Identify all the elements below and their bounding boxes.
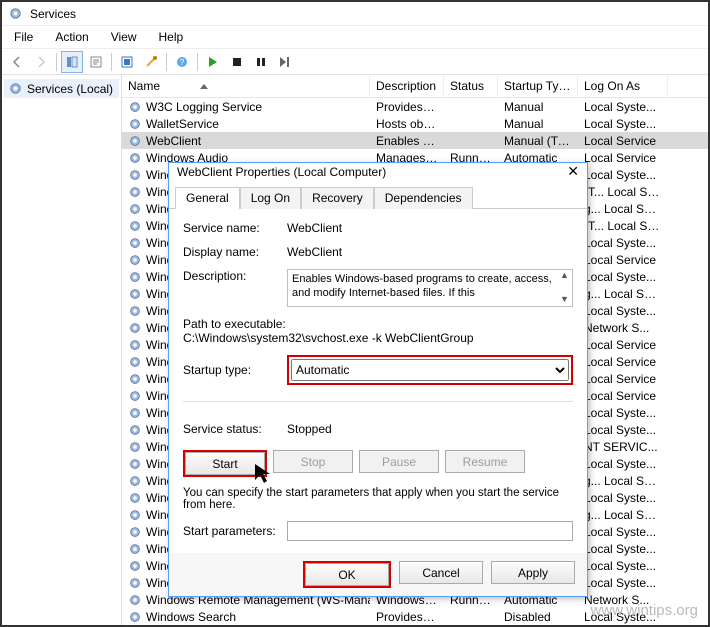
tab-general[interactable]: General — [175, 187, 240, 209]
tab-recovery[interactable]: Recovery — [301, 187, 374, 209]
tab-logon[interactable]: Log On — [240, 187, 301, 209]
show-hide-icon[interactable] — [61, 51, 83, 73]
service-icon — [128, 151, 142, 165]
list-header: Name Description Status Startup Type Log… — [122, 75, 708, 98]
table-row[interactable]: WalletServiceHosts objec...ManualLocal S… — [122, 115, 708, 132]
service-icon — [128, 100, 142, 114]
sidebar-root[interactable]: Services (Local) — [4, 79, 119, 98]
pause-button: Pause — [359, 450, 439, 473]
service-icon — [128, 610, 142, 624]
start-params-input[interactable] — [287, 521, 573, 541]
lbl-startup-type: Startup type: — [183, 363, 279, 377]
stop-button: Stop — [273, 450, 353, 473]
refresh-icon[interactable] — [116, 51, 138, 73]
description-box: Enables Windows-based programs to create… — [287, 269, 573, 307]
val-display-name: WebClient — [287, 245, 342, 259]
play-icon[interactable] — [202, 51, 224, 73]
service-icon — [128, 508, 142, 522]
col-desc[interactable]: Description — [370, 75, 444, 97]
service-icon — [128, 559, 142, 573]
note-text: You can specify the start parameters tha… — [183, 487, 573, 511]
table-row[interactable]: WebClientEnables Win...Manual (Trig...Lo… — [122, 132, 708, 149]
ok-button[interactable]: OK — [305, 563, 389, 586]
service-icon — [128, 406, 142, 420]
service-icon — [128, 525, 142, 539]
service-icon — [128, 440, 142, 454]
properties-dialog: WebClient Properties (Local Computer) ✕ … — [168, 162, 588, 597]
description-scrollbar[interactable]: ▲▼ — [557, 270, 572, 306]
service-icon — [128, 253, 142, 267]
window-title: Services — [30, 7, 76, 21]
menu-view[interactable]: View — [107, 28, 141, 46]
service-icon — [128, 474, 142, 488]
service-icon — [128, 542, 142, 556]
forward-icon[interactable] — [30, 51, 52, 73]
service-icon — [128, 423, 142, 437]
col-logon[interactable]: Log On As — [578, 75, 668, 97]
val-service-status: Stopped — [287, 422, 332, 436]
close-icon[interactable]: ✕ — [567, 163, 579, 180]
resume-button: Resume — [445, 450, 525, 473]
apply-button[interactable]: Apply — [491, 561, 575, 584]
startup-type-select[interactable]: Automatic — [291, 359, 569, 381]
service-icon — [128, 457, 142, 471]
service-icon — [128, 372, 142, 386]
service-icon — [128, 576, 142, 590]
service-icon — [128, 219, 142, 233]
service-icon — [128, 389, 142, 403]
service-icon — [128, 491, 142, 505]
lbl-display-name: Display name: — [183, 245, 279, 259]
table-row[interactable]: W3C Logging ServiceProvides W...ManualLo… — [122, 98, 708, 115]
cancel-button[interactable]: Cancel — [399, 561, 483, 584]
properties-icon[interactable] — [140, 51, 162, 73]
menu-action[interactable]: Action — [51, 28, 92, 46]
menubar: File Action View Help — [2, 26, 708, 49]
sidebar-root-label: Services (Local) — [27, 82, 113, 96]
service-icon — [128, 338, 142, 352]
val-description: Enables Windows-based programs to create… — [292, 273, 552, 299]
pause-icon[interactable] — [250, 51, 272, 73]
menu-file[interactable]: File — [10, 28, 37, 46]
arrow-cursor-icon — [253, 462, 279, 484]
lbl-path: Path to executable: — [183, 317, 573, 331]
service-icon — [128, 287, 142, 301]
service-icon — [128, 202, 142, 216]
restart-icon[interactable] — [274, 51, 296, 73]
service-icon — [128, 236, 142, 250]
service-icon — [128, 185, 142, 199]
lbl-start-params: Start parameters: — [183, 524, 279, 538]
titlebar: Services — [2, 2, 708, 26]
col-name[interactable]: Name — [122, 75, 370, 97]
service-icon — [128, 593, 142, 607]
service-icon — [128, 270, 142, 284]
service-icon — [128, 321, 142, 335]
service-icon — [128, 355, 142, 369]
menu-help[interactable]: Help — [155, 28, 188, 46]
svg-text:?: ? — [180, 58, 185, 67]
val-path: C:\Windows\system32\svchost.exe -k WebCl… — [183, 331, 573, 345]
toolbar: ? — [2, 49, 708, 75]
val-service-name: WebClient — [287, 221, 342, 235]
watermark: www.wintips.org — [590, 602, 698, 619]
dialog-title: WebClient Properties (Local Computer) — [177, 165, 386, 179]
service-icon — [128, 304, 142, 318]
stop-icon[interactable] — [226, 51, 248, 73]
service-icon — [128, 168, 142, 182]
help-icon[interactable]: ? — [171, 51, 193, 73]
tab-dependencies[interactable]: Dependencies — [374, 187, 473, 209]
sidebar: Services (Local) — [2, 75, 122, 625]
export-icon[interactable] — [85, 51, 107, 73]
lbl-service-status: Service status: — [183, 422, 279, 436]
back-icon[interactable] — [6, 51, 28, 73]
services-icon — [8, 6, 24, 22]
service-icon — [128, 134, 142, 148]
col-startup[interactable]: Startup Type — [498, 75, 578, 97]
service-icon — [128, 117, 142, 131]
lbl-description: Description: — [183, 269, 279, 283]
col-status[interactable]: Status — [444, 75, 498, 97]
lbl-service-name: Service name: — [183, 221, 279, 235]
